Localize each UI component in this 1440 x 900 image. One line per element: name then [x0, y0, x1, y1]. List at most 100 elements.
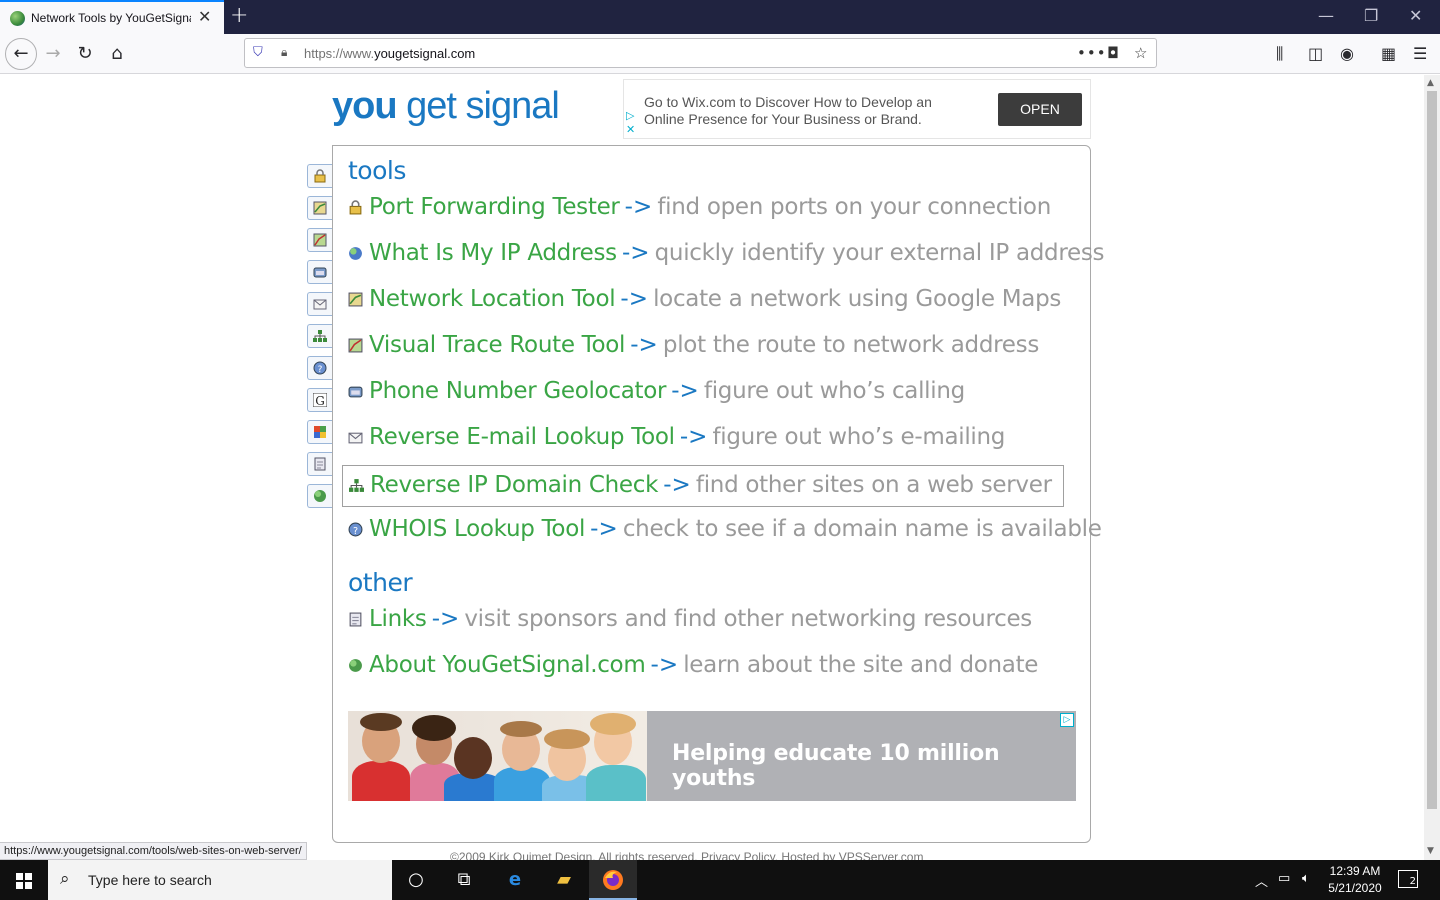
scrollbar-thumb[interactable]: [1427, 91, 1437, 809]
side-tab-links[interactable]: [307, 452, 332, 476]
other-link-links[interactable]: Links -> visit sponsors and find other n…: [342, 600, 1064, 642]
lock-icon: [349, 200, 362, 215]
address-bar[interactable]: ⛉ 🔒︎ https://www.yougetsignal.com ••• ◘ …: [244, 38, 1157, 68]
side-tab-phone[interactable]: [307, 260, 332, 284]
tool-name[interactable]: Visual Trace Route Tool: [369, 332, 625, 358]
tracking-protection-icon[interactable]: ⛉: [253, 45, 263, 60]
start-button[interactable]: [0, 860, 48, 900]
lock-icon[interactable]: 🔒︎: [281, 45, 287, 60]
tool-name[interactable]: Network Location Tool: [369, 286, 616, 312]
taskbar-search-box[interactable]: ⌕ Type here to search: [48, 860, 392, 900]
arrow-text: ->: [663, 472, 691, 498]
side-tab-network-location[interactable]: [307, 196, 332, 220]
other-link-about[interactable]: About YouGetSignal.com -> learn about th…: [342, 646, 1064, 688]
navigation-bar: ← → ↻ ⌂ ⛉ 🔒︎ https://www.yougetsignal.co…: [0, 34, 1440, 74]
side-tab-email[interactable]: [307, 292, 332, 316]
action-center-icon[interactable]: 2: [1398, 870, 1418, 888]
reload-button[interactable]: ↻: [71, 40, 99, 68]
clock-date: 5/21/2020: [1328, 881, 1382, 895]
forward-button[interactable]: →: [39, 40, 67, 68]
windows-taskbar: ⌕ Type here to search ○ ⧉ e ▰ ︿ ▭ 🔈︎ 12:…: [0, 860, 1440, 900]
envelope-icon: [313, 299, 327, 310]
tool-description: find other sites on a web server: [695, 472, 1052, 498]
tool-name[interactable]: Port Forwarding Tester: [369, 194, 620, 220]
restore-icon[interactable]: ❐: [1364, 6, 1378, 25]
side-tab-whois[interactable]: ?: [307, 356, 332, 380]
tool-description: plot the route to network address: [662, 332, 1040, 358]
network-icon[interactable]: ▭: [1278, 871, 1290, 886]
ad-choices-icon[interactable]: ▷ ✕: [626, 109, 635, 137]
ad-text: Go to Wix.com to Discover How to Develop…: [644, 94, 932, 127]
system-clock[interactable]: 12:39 AM 5/21/2020: [1318, 863, 1392, 897]
globe-icon: [314, 490, 326, 502]
tool-link-reverse-email[interactable]: Reverse E-mail Lookup Tool -> figure out…: [342, 418, 1064, 460]
search-placeholder: Type here to search: [88, 872, 212, 888]
tray-chevron-icon[interactable]: ︿: [1255, 871, 1268, 890]
link-name[interactable]: Links: [369, 606, 427, 632]
tool-description: figure out who’s e-mailing: [712, 424, 1006, 450]
side-tab-trace-route[interactable]: [307, 228, 332, 252]
site-favicon-icon: [10, 11, 25, 26]
tool-link-port-forwarding[interactable]: Port Forwarding Tester -> find open port…: [342, 188, 1064, 230]
account-icon[interactable]: ◉: [1340, 44, 1354, 63]
arrow-text: ->: [590, 516, 618, 542]
tab-title: Network Tools by YouGetSignal: [31, 11, 191, 25]
tool-link-phone-geolocator[interactable]: Phone Number Geolocator -> figure out wh…: [342, 372, 1064, 414]
top-advertisement[interactable]: ▷ ✕ Go to Wix.com to Discover How to Deve…: [623, 79, 1091, 139]
url-text[interactable]: https://www.yougetsignal.com: [304, 46, 475, 61]
volume-muted-icon[interactable]: 🔈︎: [1302, 871, 1310, 886]
tool-name[interactable]: Reverse E-mail Lookup Tool: [369, 424, 675, 450]
tool-link-what-is-my-ip[interactable]: What Is My IP Address -> quickly identif…: [342, 234, 1105, 276]
windows-logo-icon: [16, 873, 32, 889]
ad-open-button[interactable]: OPEN: [998, 93, 1082, 126]
pocket-icon[interactable]: ◘: [1107, 44, 1119, 62]
extensions-icon[interactable]: ▦: [1381, 44, 1396, 63]
new-tab-icon[interactable]: +: [230, 3, 248, 28]
bookmark-star-icon[interactable]: ☆: [1134, 44, 1147, 62]
scroll-up-icon[interactable]: ▲: [1427, 78, 1434, 88]
tab-close-icon[interactable]: ✕: [198, 7, 211, 26]
side-tab-windows[interactable]: [307, 420, 332, 444]
status-bar-url: https://www.yougetsignal.com/tools/web-s…: [0, 842, 307, 860]
tool-name[interactable]: WHOIS Lookup Tool: [369, 516, 585, 542]
window-close-icon[interactable]: ✕: [1409, 6, 1422, 25]
menu-icon[interactable]: ☰: [1413, 44, 1427, 63]
tool-name[interactable]: Reverse IP Domain Check: [370, 472, 658, 498]
firefox-icon: [603, 870, 623, 890]
library-icon[interactable]: ⫼: [1276, 44, 1283, 64]
tool-name[interactable]: What Is My IP Address: [369, 240, 617, 266]
page-actions-icon[interactable]: •••: [1077, 44, 1107, 62]
sidebar-icon[interactable]: ◫: [1308, 44, 1323, 63]
side-tab-reverse-ip[interactable]: [307, 324, 332, 348]
link-name[interactable]: About YouGetSignal.com: [369, 652, 646, 678]
side-tab-google[interactable]: G: [307, 388, 332, 412]
tool-link-reverse-ip[interactable]: Reverse IP Domain Check -> find other si…: [342, 465, 1064, 507]
minimize-icon[interactable]: —: [1318, 6, 1334, 25]
tool-link-visual-trace-route[interactable]: Visual Trace Route Tool -> plot the rout…: [342, 326, 1064, 368]
tool-link-network-location[interactable]: Network Location Tool -> locate a networ…: [342, 280, 1064, 322]
network-tree-icon: [349, 479, 364, 492]
tool-name[interactable]: Phone Number Geolocator: [369, 378, 666, 404]
scroll-down-icon[interactable]: ▼: [1427, 846, 1434, 856]
banner-advertisement[interactable]: Helping educate 10 million youths ▷: [348, 711, 1076, 801]
file-explorer-icon[interactable]: ▰: [540, 860, 588, 900]
task-view-icon[interactable]: ⧉: [440, 860, 488, 900]
site-logo[interactable]: you get signal: [332, 85, 560, 128]
page-viewport: you get signal ▷ ✕ Go to Wix.com to Disco…: [0, 75, 1424, 860]
tool-description: check to see if a domain name is availab…: [622, 516, 1102, 542]
google-icon: G: [313, 393, 327, 407]
arrow-text: ->: [431, 606, 460, 632]
ad-choices-icon[interactable]: ▷: [1060, 713, 1074, 727]
side-tab-port-forwarding[interactable]: [307, 164, 332, 188]
vertical-scrollbar[interactable]: ▲ ▼: [1424, 75, 1440, 860]
tool-description: locate a network using Google Maps: [653, 286, 1062, 312]
tab-bar: Network Tools by YouGetSignal ✕ + — ❐ ✕: [0, 0, 1440, 34]
tool-link-whois[interactable]: ? WHOIS Lookup Tool -> check to see if a …: [342, 510, 1102, 552]
back-button[interactable]: ←: [5, 38, 37, 70]
browser-tab[interactable]: Network Tools by YouGetSignal ✕: [0, 0, 224, 34]
edge-browser-icon[interactable]: e: [491, 860, 539, 900]
firefox-taskbar-icon[interactable]: [589, 860, 637, 900]
side-tab-about[interactable]: [307, 484, 332, 508]
home-button[interactable]: ⌂: [103, 40, 131, 68]
cortana-icon[interactable]: ○: [392, 860, 440, 900]
